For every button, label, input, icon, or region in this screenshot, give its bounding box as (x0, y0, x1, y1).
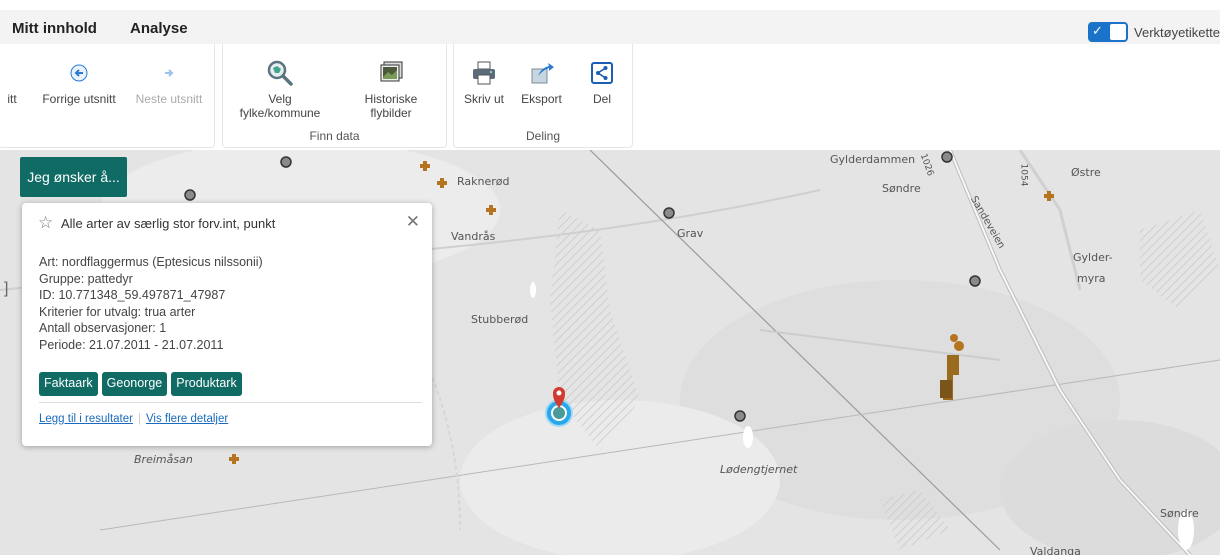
tooltip-toggle-label: Verktøyetikette (1134, 24, 1220, 40)
attr-gruppe: Gruppe: pattedyr (39, 271, 133, 286)
deling-group-label: Deling (525, 129, 561, 143)
ribbon-group-navigation: itt Forrige utsnitt Neste utsnitt (0, 44, 215, 148)
add-to-results-link[interactable]: Legg til i resultater (39, 413, 133, 425)
partial-button[interactable]: itt (0, 92, 25, 106)
finn-data-group-label: Finn data (309, 129, 360, 143)
arrow-right-icon (129, 58, 209, 88)
feature-info-popup: ☆ Alle arter av særlig stor forv.int, pu… (22, 203, 432, 446)
attr-kriterier: Kriterier for utvalg: trua arter (39, 304, 196, 319)
close-icon[interactable]: ✕ (406, 212, 420, 232)
photo-stack-icon (351, 58, 431, 88)
check-icon: ✓ (1092, 23, 1103, 38)
tooltip-toggle[interactable]: ✓ Verktøyetikette (1088, 22, 1220, 42)
share-icon (582, 58, 622, 88)
tab-analyse[interactable]: Analyse (130, 20, 188, 37)
popup-links: Legg til i resultater | Vis flere detalj… (39, 413, 229, 425)
map-edge-bracket: ] (4, 280, 9, 297)
export-icon (514, 58, 569, 88)
ribbon-group-deling: Skriv ut Eksport Del Deling (453, 44, 633, 148)
tab-mitt-innhold[interactable]: Mitt innhold (12, 20, 97, 37)
attr-antall: Antall observasjoner: 1 (39, 321, 167, 336)
tooltip-switch[interactable]: ✓ (1088, 22, 1129, 42)
popup-attributes: Art: nordflaggermus (Eptesicus nilssonii… (39, 254, 263, 354)
next-extent-button[interactable]: Neste utsnitt (129, 58, 209, 106)
arrow-left-icon (39, 58, 119, 88)
show-more-details-link[interactable]: Vis flere detaljer (146, 413, 228, 425)
attr-periode: Periode: 21.07.2011 - 21.07.2011 (39, 337, 224, 352)
ribbon-toolbar: itt Forrige utsnitt Neste utsnitt Velg f… (0, 44, 1220, 150)
star-icon[interactable]: ☆ (38, 213, 53, 233)
ribbon-group-finn-data: Velg fylke/kommune Historiske flybilder … (222, 44, 447, 148)
popup-divider (39, 402, 422, 403)
jeg-onsker-button[interactable]: Jeg ønsker å... (20, 157, 127, 197)
popup-title: Alle arter av særlig stor forv.int, punk… (61, 216, 276, 231)
produktark-button[interactable]: Produktark (171, 372, 242, 396)
share-button[interactable]: Del (582, 58, 622, 106)
map-search-icon (235, 58, 325, 88)
attr-id: ID: 10.771348_59.497871_47987 (39, 288, 226, 303)
print-button[interactable]: Skriv ut (459, 58, 509, 106)
geonorge-button[interactable]: Geonorge (101, 372, 168, 396)
popup-actions: Faktaark Geonorge Produktark (39, 372, 242, 396)
printer-icon (459, 58, 509, 88)
export-button[interactable]: Eksport (514, 58, 569, 106)
velg-fylke-kommune-button[interactable]: Velg fylke/kommune (235, 58, 325, 120)
faktaark-button[interactable]: Faktaark (39, 372, 98, 396)
top-tab-bar: Mitt innhold Analyse ✓ Verktøyetikette (0, 10, 1220, 44)
attr-art: Art: nordflaggermus (Eptesicus nilssonii… (39, 255, 263, 269)
location-marker-icon[interactable] (540, 382, 578, 432)
historiske-flybilder-button[interactable]: Historiske flybilder (351, 58, 431, 120)
prev-extent-button[interactable]: Forrige utsnitt (39, 58, 119, 106)
